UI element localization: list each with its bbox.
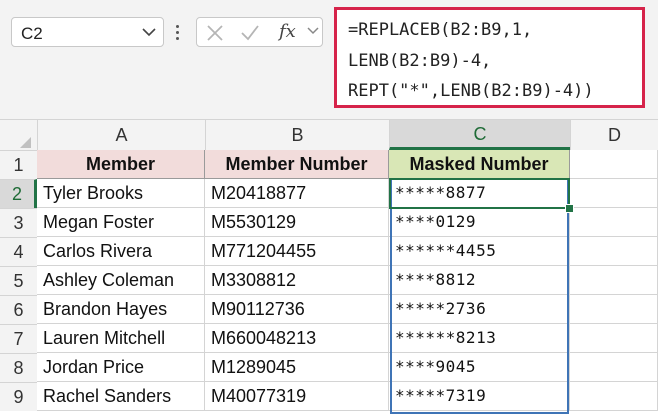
row-header-1[interactable]: 1 xyxy=(0,150,37,179)
cell-masked-number[interactable]: ****0129 xyxy=(389,208,570,237)
cell-member-number[interactable]: M1289045 xyxy=(205,353,389,382)
column-header-d[interactable]: D xyxy=(570,119,658,150)
cell-masked-number[interactable]: *****7319 xyxy=(389,382,570,411)
row-header-5[interactable]: 5 xyxy=(0,266,37,295)
chevron-down-icon[interactable] xyxy=(141,25,157,39)
cell-masked-number[interactable]: ******8213 xyxy=(389,324,570,353)
cell-d7[interactable] xyxy=(570,324,658,353)
cell-member-number[interactable]: M3308812 xyxy=(205,266,389,295)
cell-d6[interactable] xyxy=(570,295,658,324)
cell-d1[interactable] xyxy=(570,150,658,179)
cell-member[interactable]: Rachel Sanders xyxy=(37,382,205,411)
cell-member[interactable]: Brandon Hayes xyxy=(37,295,205,324)
cell-member-number[interactable]: M771204455 xyxy=(205,237,389,266)
header-cell-masked-number[interactable]: Masked Number xyxy=(389,150,570,179)
cell-member-number[interactable]: M20418877 xyxy=(205,179,389,208)
cell-member[interactable]: Tyler Brooks xyxy=(37,179,205,208)
formula-input[interactable]: =REPLACEB(B2:B9,1, LENB(B2:B9)-4, REPT("… xyxy=(334,7,645,108)
cell-masked-number[interactable]: *****2736 xyxy=(389,295,570,324)
select-all-corner[interactable] xyxy=(20,137,31,148)
formula-controls: fx xyxy=(196,17,323,47)
cell-member[interactable]: Ashley Coleman xyxy=(37,266,205,295)
cell-masked-number[interactable]: ****8812 xyxy=(389,266,570,295)
formula-line-3: REPT("*",LENB(B2:B9)-4)) xyxy=(348,81,594,101)
header-cell-member[interactable]: Member xyxy=(37,150,205,179)
header-cell-member-number[interactable]: Member Number xyxy=(205,150,389,179)
cancel-icon[interactable] xyxy=(206,24,224,42)
more-options-icon[interactable] xyxy=(176,22,182,43)
fill-handle[interactable] xyxy=(565,204,574,213)
chevron-down-icon[interactable] xyxy=(306,24,320,38)
row-header-6[interactable]: 6 xyxy=(0,295,37,324)
cell-member-number[interactable]: M90112736 xyxy=(205,295,389,324)
name-box[interactable]: C2 xyxy=(11,17,164,47)
cell-member-number[interactable]: M5530129 xyxy=(205,208,389,237)
cell-member-number[interactable]: M660048213 xyxy=(205,324,389,353)
column-header-a[interactable]: A xyxy=(37,119,205,150)
cell-d9[interactable] xyxy=(570,382,658,411)
cell-d4[interactable] xyxy=(570,237,658,266)
row-header-7[interactable]: 7 xyxy=(0,324,37,353)
row-header-2[interactable]: 2 xyxy=(0,179,37,208)
cell-member[interactable]: Carlos Rivera xyxy=(37,237,205,266)
formula-bar-area: C2 fx =REPLACEB(B2:B9,1, LENB(B2:B9)-4, … xyxy=(0,0,658,119)
cell-d3[interactable] xyxy=(570,208,658,237)
cell-masked-number[interactable]: *****8877 xyxy=(389,179,570,208)
name-box-value: C2 xyxy=(21,24,43,43)
column-header-b[interactable]: B xyxy=(205,119,389,150)
cell-member[interactable]: Lauren Mitchell xyxy=(37,324,205,353)
row-header-4[interactable]: 4 xyxy=(0,237,37,266)
cell-masked-number[interactable]: ****9045 xyxy=(389,353,570,382)
enter-icon[interactable] xyxy=(240,24,260,42)
cell-member-number[interactable]: M40077319 xyxy=(205,382,389,411)
cell-d2[interactable] xyxy=(570,179,658,208)
formula-line-2: LENB(B2:B9)-4, xyxy=(348,51,492,71)
cell-masked-number[interactable]: ******4455 xyxy=(389,237,570,266)
insert-function-button[interactable]: fx xyxy=(279,21,296,42)
column-header-c[interactable]: C xyxy=(389,119,570,150)
row-header-8[interactable]: 8 xyxy=(0,353,37,382)
cell-member[interactable]: Megan Foster xyxy=(37,208,205,237)
cell-member[interactable]: Jordan Price xyxy=(37,353,205,382)
formula-line-1: =REPLACEB(B2:B9,1, xyxy=(348,20,533,40)
cell-d5[interactable] xyxy=(570,266,658,295)
row-header-3[interactable]: 3 xyxy=(0,208,37,237)
row-header-9[interactable]: 9 xyxy=(0,382,37,411)
cell-d8[interactable] xyxy=(570,353,658,382)
